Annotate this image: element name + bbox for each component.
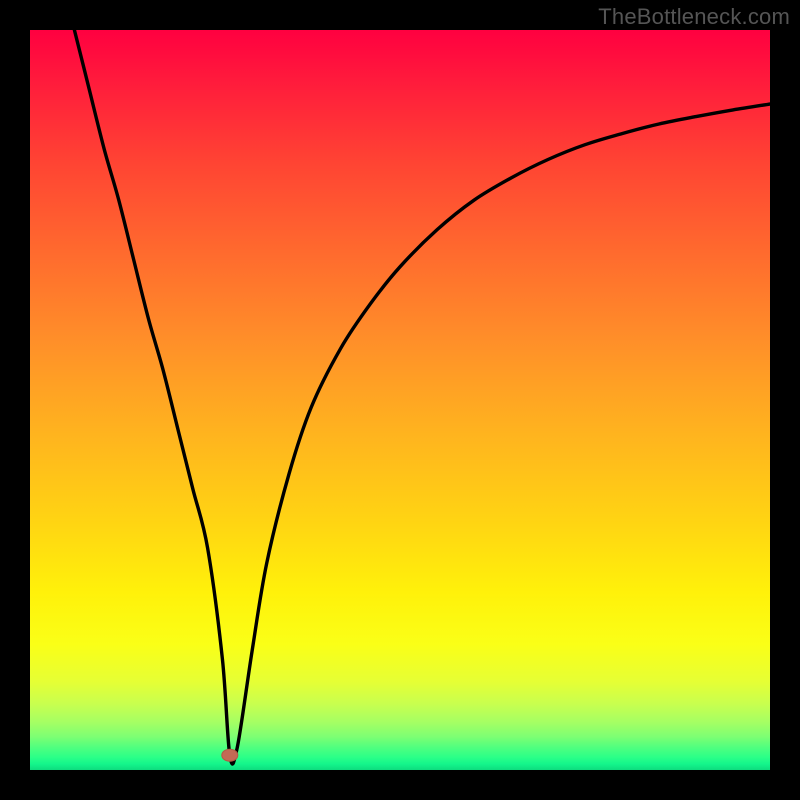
minimum-marker [222,749,238,761]
curve-svg [30,30,770,770]
watermark-label: TheBottleneck.com [598,4,790,30]
plot-area [30,30,770,770]
chart-container: TheBottleneck.com [0,0,800,800]
bottleneck-curve [74,30,770,764]
